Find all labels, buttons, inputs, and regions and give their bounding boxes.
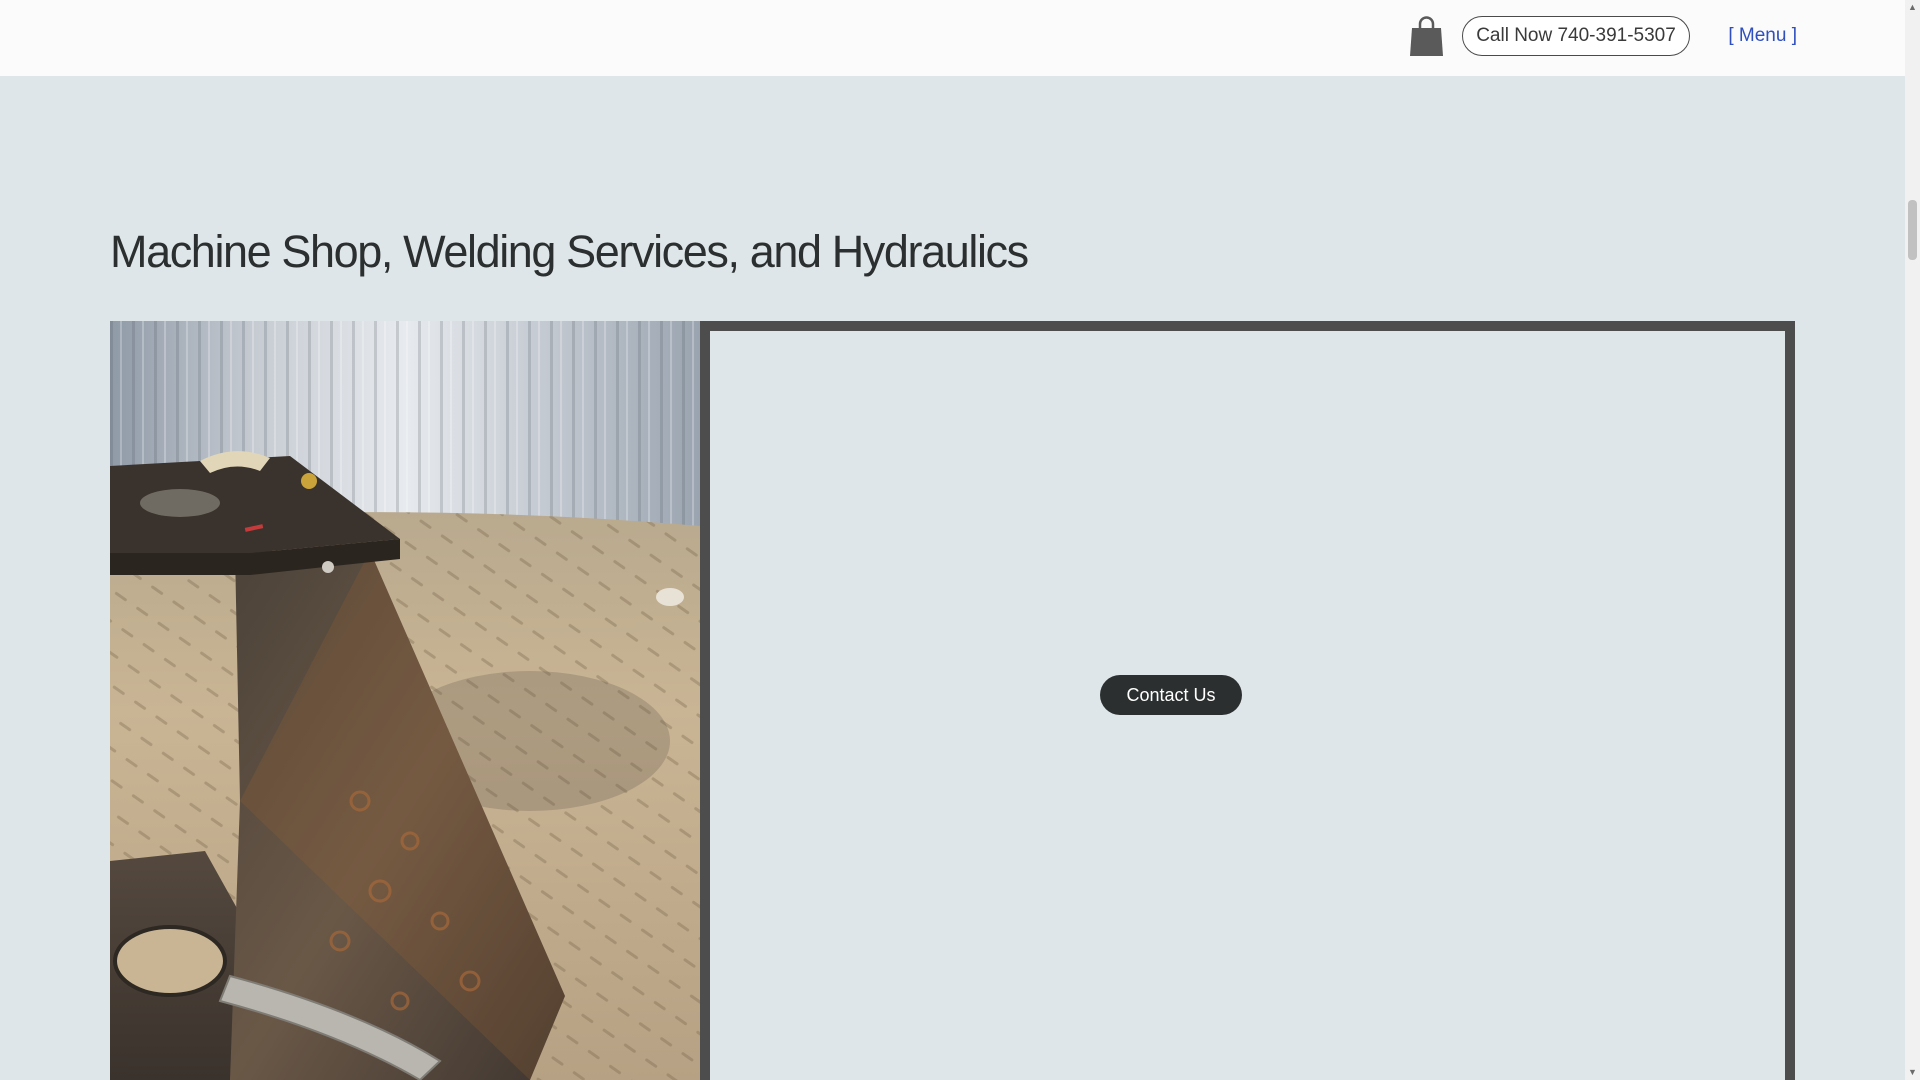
call-now-button[interactable]: Call Now 740-391-5307 (1462, 16, 1690, 56)
welding-part-photo (110, 321, 700, 1080)
hero-panel: Contact Us (710, 331, 1785, 1080)
scroll-up-icon[interactable]: ▲ (1905, 0, 1920, 15)
site-header: Call Now 740-391-5307 [ Menu ] (0, 0, 1905, 76)
page-title: Machine Shop, Welding Services, and Hydr… (110, 226, 1029, 277)
scroll-thumb[interactable] (1908, 200, 1917, 260)
contact-us-button[interactable]: Contact Us (1100, 675, 1242, 715)
page: Call Now 740-391-5307 [ Menu ] Machine S… (0, 0, 1920, 1080)
shopping-bag-icon[interactable] (1409, 15, 1444, 57)
page-scrollbar[interactable]: ▲ ▼ (1905, 0, 1920, 1080)
scroll-down-icon[interactable]: ▼ (1905, 1065, 1920, 1080)
hero-frame: Contact Us (700, 321, 1795, 1080)
menu-link[interactable]: [ Menu ] (1727, 22, 1797, 50)
